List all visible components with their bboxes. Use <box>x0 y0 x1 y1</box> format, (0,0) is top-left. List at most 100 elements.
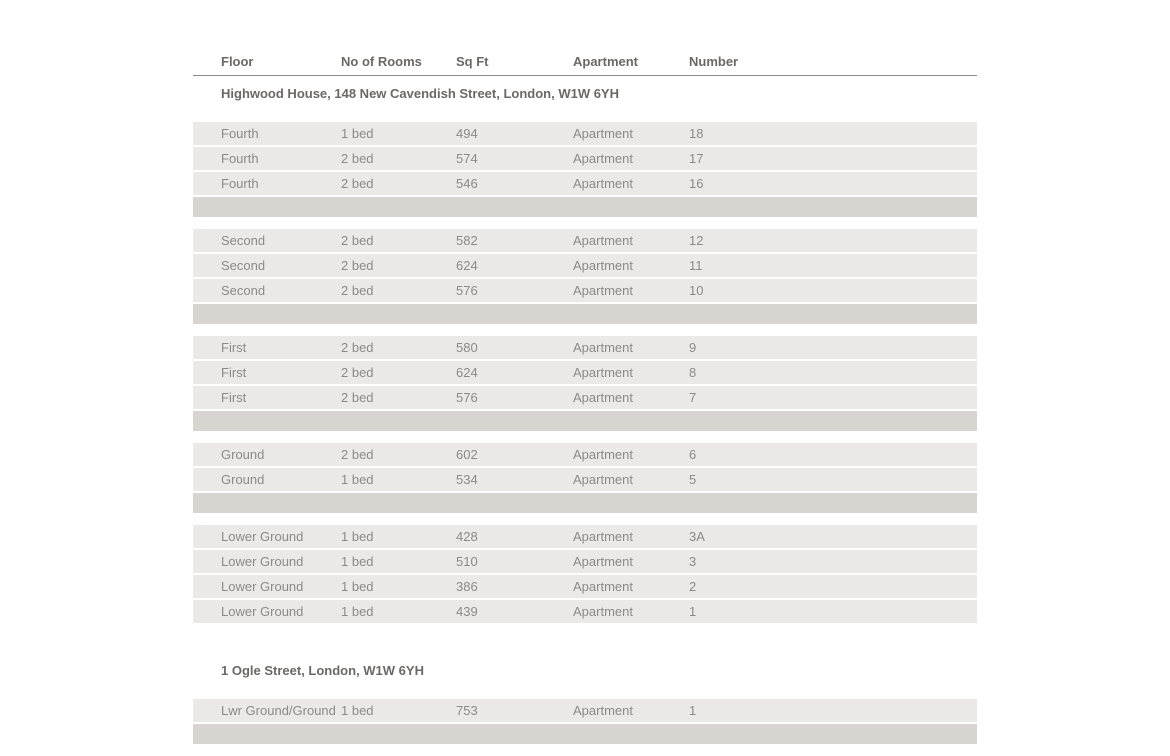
cell-sqft: 582 <box>456 233 573 248</box>
cell-rooms: 1 bed <box>341 554 456 569</box>
group-spacer <box>193 493 977 513</box>
cell-type: Apartment <box>573 151 689 166</box>
cell-floor: Lower Ground <box>221 604 341 619</box>
cell-sqft: 602 <box>456 447 573 462</box>
section-title: 1 Ogle Street, London, W1W 6YH <box>193 653 977 687</box>
table-row: Lwr Ground/Ground1 bed753Apartment1 <box>193 699 977 722</box>
cell-floor: Fourth <box>221 126 341 141</box>
table-row: Second2 bed582Apartment12 <box>193 229 977 252</box>
cell-sqft: 574 <box>456 151 573 166</box>
cell-type: Apartment <box>573 472 689 487</box>
cell-sqft: 580 <box>456 340 573 355</box>
table-row: Second2 bed576Apartment10 <box>193 279 977 302</box>
cell-rooms: 1 bed <box>341 604 456 619</box>
cell-rooms: 1 bed <box>341 529 456 544</box>
cell-type: Apartment <box>573 604 689 619</box>
cell-floor: Fourth <box>221 151 341 166</box>
group-spacer <box>193 411 977 431</box>
cell-sqft: 576 <box>456 390 573 405</box>
section-title: Highwood House, 148 New Cavendish Street… <box>193 76 977 110</box>
cell-type: Apartment <box>573 233 689 248</box>
cell-rooms: 2 bed <box>341 365 456 380</box>
cell-number: 1 <box>689 703 949 718</box>
cell-rooms: 1 bed <box>341 472 456 487</box>
table-row: Lower Ground1 bed510Apartment3 <box>193 550 977 573</box>
cell-floor: Second <box>221 283 341 298</box>
cell-number: 3 <box>689 554 949 569</box>
table-row: First2 bed576Apartment7 <box>193 386 977 409</box>
column-header-rooms: No of Rooms <box>341 54 456 69</box>
cell-floor: Lower Ground <box>221 554 341 569</box>
cell-number: 12 <box>689 233 949 248</box>
column-header-number: Number <box>689 54 949 69</box>
cell-rooms: 2 bed <box>341 258 456 273</box>
cell-floor: Lwr Ground/Ground <box>221 703 341 718</box>
cell-type: Apartment <box>573 258 689 273</box>
table-row: Second2 bed624Apartment11 <box>193 254 977 277</box>
cell-number: 10 <box>689 283 949 298</box>
table-header: FloorNo of RoomsSq FtApartmentNumber <box>193 48 977 76</box>
cell-type: Apartment <box>573 390 689 405</box>
cell-sqft: 624 <box>456 365 573 380</box>
cell-type: Apartment <box>573 447 689 462</box>
cell-rooms: 1 bed <box>341 126 456 141</box>
cell-type: Apartment <box>573 340 689 355</box>
table-row: Lower Ground1 bed428Apartment3A <box>193 525 977 548</box>
cell-number: 11 <box>689 258 949 273</box>
column-header-sqft: Sq Ft <box>456 54 573 69</box>
cell-type: Apartment <box>573 579 689 594</box>
table-row: Lower Ground1 bed439Apartment1 <box>193 600 977 623</box>
cell-sqft: 546 <box>456 176 573 191</box>
cell-number: 1 <box>689 604 949 619</box>
cell-type: Apartment <box>573 703 689 718</box>
table-row: Ground2 bed602Apartment6 <box>193 443 977 466</box>
table-row: Lower Ground1 bed386Apartment2 <box>193 575 977 598</box>
cell-type: Apartment <box>573 176 689 191</box>
cell-type: Apartment <box>573 126 689 141</box>
cell-floor: Ground <box>221 447 341 462</box>
cell-sqft: 439 <box>456 604 573 619</box>
cell-number: 8 <box>689 365 949 380</box>
cell-number: 2 <box>689 579 949 594</box>
cell-sqft: 386 <box>456 579 573 594</box>
cell-floor: Second <box>221 258 341 273</box>
table-row: First2 bed624Apartment8 <box>193 361 977 384</box>
cell-sqft: 576 <box>456 283 573 298</box>
cell-type: Apartment <box>573 554 689 569</box>
cell-rooms: 1 bed <box>341 579 456 594</box>
column-header-floor: Floor <box>221 54 341 69</box>
cell-sqft: 534 <box>456 472 573 487</box>
cell-floor: Lower Ground <box>221 529 341 544</box>
cell-floor: Ground <box>221 472 341 487</box>
cell-number: 7 <box>689 390 949 405</box>
cell-type: Apartment <box>573 529 689 544</box>
cell-rooms: 2 bed <box>341 283 456 298</box>
cell-floor: First <box>221 365 341 380</box>
cell-sqft: 494 <box>456 126 573 141</box>
group-spacer <box>193 724 977 744</box>
cell-rooms: 2 bed <box>341 176 456 191</box>
group-spacer <box>193 304 977 324</box>
cell-number: 17 <box>689 151 949 166</box>
cell-number: 6 <box>689 447 949 462</box>
cell-rooms: 2 bed <box>341 151 456 166</box>
cell-number: 9 <box>689 340 949 355</box>
cell-floor: Second <box>221 233 341 248</box>
cell-sqft: 624 <box>456 258 573 273</box>
cell-sqft: 428 <box>456 529 573 544</box>
cell-number: 16 <box>689 176 949 191</box>
cell-floor: Fourth <box>221 176 341 191</box>
table-row: Fourth1 bed494Apartment18 <box>193 122 977 145</box>
cell-type: Apartment <box>573 365 689 380</box>
cell-rooms: 2 bed <box>341 340 456 355</box>
cell-rooms: 1 bed <box>341 703 456 718</box>
cell-sqft: 510 <box>456 554 573 569</box>
table-row: First2 bed580Apartment9 <box>193 336 977 359</box>
cell-number: 18 <box>689 126 949 141</box>
column-header-type: Apartment <box>573 54 689 69</box>
table-row: Fourth2 bed546Apartment16 <box>193 172 977 195</box>
cell-rooms: 2 bed <box>341 447 456 462</box>
cell-number: 5 <box>689 472 949 487</box>
cell-rooms: 2 bed <box>341 233 456 248</box>
group-spacer <box>193 197 977 217</box>
